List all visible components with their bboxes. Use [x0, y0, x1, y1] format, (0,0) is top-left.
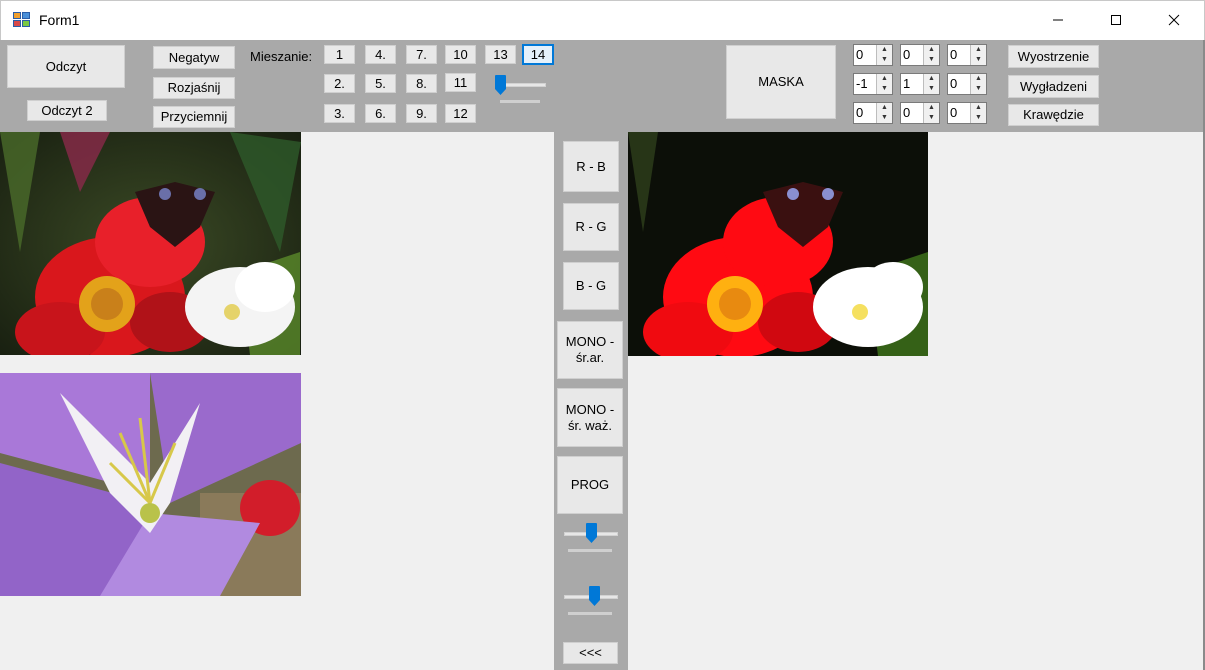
back-button[interactable]: <<< [563, 642, 618, 664]
blend-button-2[interactable]: 2. [324, 74, 355, 93]
mask-spinner-7[interactable]: 0 ▲ ▼ [853, 102, 893, 124]
secondary-slider-thumb[interactable] [589, 586, 600, 606]
window-title: Form1 [39, 12, 80, 28]
spinner-arrows-icon[interactable]: ▲ ▼ [876, 103, 892, 123]
blend-button-14[interactable]: 14 [522, 44, 554, 65]
mask-value: 1 [903, 76, 911, 91]
title-bar: Form1 [0, 0, 1205, 40]
blend-button-4[interactable]: 4. [365, 45, 396, 64]
maximize-icon [1111, 15, 1121, 25]
threshold-button[interactable]: PROG [557, 456, 623, 514]
blend-button-12[interactable]: 12 [445, 104, 476, 123]
spinner-arrows-icon[interactable]: ▲ ▼ [970, 45, 986, 65]
result-image [628, 132, 928, 356]
edges-button[interactable]: Krawędzie [1008, 104, 1099, 126]
blend-button-7[interactable]: 7. [406, 45, 437, 64]
mask-spinner-9[interactable]: 0 ▲ ▼ [947, 102, 987, 124]
blend-button-5[interactable]: 5. [365, 74, 396, 93]
spinner-arrows-icon[interactable]: ▲ ▼ [923, 74, 939, 94]
mask-spinner-5[interactable]: 1 ▲ ▼ [900, 73, 940, 95]
blend-button-10[interactable]: 10 [445, 45, 476, 64]
read2-button[interactable]: Odczyt 2 [27, 100, 107, 121]
mask-spinner-3[interactable]: 0 ▲ ▼ [947, 44, 987, 66]
minimize-button[interactable] [1029, 1, 1087, 39]
blend-slider-ticks [500, 100, 540, 103]
mask-spinner-4[interactable]: -1 ▲ ▼ [853, 73, 893, 95]
mask-button[interactable]: MASKA [726, 45, 836, 119]
app-form-icon [13, 12, 31, 28]
source-image-1 [0, 132, 301, 355]
mask-spinner-1[interactable]: 0 ▲ ▼ [853, 44, 893, 66]
mask-spinner-8[interactable]: 0 ▲ ▼ [900, 102, 940, 124]
blend-button-13[interactable]: 13 [485, 45, 516, 64]
mask-value: 0 [903, 47, 911, 62]
sharpen-button[interactable]: Wyostrzenie [1008, 45, 1099, 68]
source-image-2 [0, 373, 301, 596]
rg-button[interactable]: R - G [563, 203, 619, 251]
blend-button-8[interactable]: 8. [406, 74, 437, 93]
blend-button-9[interactable]: 9. [406, 104, 437, 123]
spinner-arrows-icon[interactable]: ▲ ▼ [970, 74, 986, 94]
spinner-arrows-icon[interactable]: ▲ ▼ [876, 74, 892, 94]
mask-value: 0 [856, 47, 864, 62]
negative-button[interactable]: Negatyw [153, 46, 235, 69]
mask-value: 0 [950, 47, 958, 62]
darken-button[interactable]: Przyciemnij [153, 106, 235, 128]
toolbar: Odczyt Odczyt 2 Negatyw Rozjaśnij Przyci… [0, 40, 1205, 132]
read-button[interactable]: Odczyt [7, 45, 125, 88]
rb-button[interactable]: R - B [563, 141, 619, 192]
mask-value: 0 [950, 76, 958, 91]
brighten-button[interactable]: Rozjaśnij [153, 77, 235, 99]
smooth-button[interactable]: Wygładzeni [1008, 75, 1099, 98]
blend-label: Mieszanie: [250, 49, 313, 64]
mask-spinner-2[interactable]: 0 ▲ ▼ [900, 44, 940, 66]
blend-slider-thumb[interactable] [495, 75, 506, 95]
spinner-arrows-icon[interactable]: ▲ ▼ [970, 103, 986, 123]
mono-avg-button[interactable]: MONO - śr.ar. [557, 321, 623, 379]
spinner-arrows-icon[interactable]: ▲ ▼ [923, 45, 939, 65]
secondary-slider-ticks [568, 612, 612, 615]
maximize-button[interactable] [1087, 1, 1145, 39]
bg-button[interactable]: B - G [563, 262, 619, 310]
mask-value: 0 [950, 105, 958, 120]
blend-button-6[interactable]: 6. [365, 104, 396, 123]
spinner-arrows-icon[interactable]: ▲ ▼ [876, 45, 892, 65]
close-icon [1168, 14, 1180, 26]
mask-value: -1 [856, 76, 868, 91]
blend-button-11[interactable]: 11 [445, 73, 476, 92]
close-button[interactable] [1145, 1, 1203, 39]
mono-weighted-button[interactable]: MONO - śr. waż. [557, 388, 623, 447]
channel-panel: R - B R - G B - G MONO - śr.ar. MONO - ś… [554, 132, 628, 670]
blend-button-1[interactable]: 1 [324, 45, 355, 64]
minimize-icon [1053, 19, 1063, 21]
threshold-slider-ticks [568, 549, 612, 552]
mask-spinner-6[interactable]: 0 ▲ ▼ [947, 73, 987, 95]
blend-button-3[interactable]: 3. [324, 104, 355, 123]
mask-value: 0 [903, 105, 911, 120]
threshold-slider-thumb[interactable] [586, 523, 597, 543]
spinner-arrows-icon[interactable]: ▲ ▼ [923, 103, 939, 123]
mask-value: 0 [856, 105, 864, 120]
